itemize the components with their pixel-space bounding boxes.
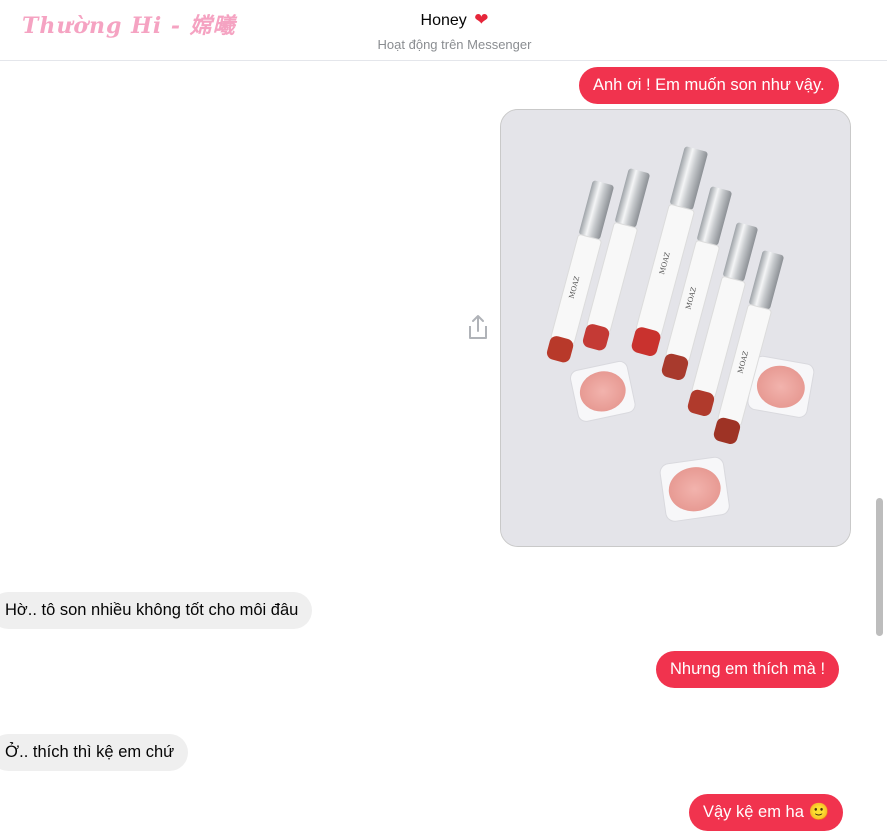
message-bubble-outgoing[interactable]: Anh ơi ! Em muốn son như vậy. <box>579 67 839 104</box>
share-icon[interactable] <box>465 313 491 341</box>
message-bubble-incoming[interactable]: Hờ.. tô son nhiều không tốt cho môi đâu <box>0 592 313 629</box>
contact-name[interactable]: Honey <box>421 12 467 29</box>
scrollbar[interactable] <box>876 498 883 636</box>
heart-icon: ❤ <box>474 10 489 29</box>
watermark: Thường Hi - 嫦曦 <box>22 13 236 39</box>
message-bubble-outgoing[interactable]: Vậy kệ em ha 🙂 <box>689 794 844 831</box>
lipstick-photo-illustration: MOAZ MOAZ MOAZ MOAZ <box>501 110 850 546</box>
message-bubble-incoming[interactable]: Ở.. thích thì kệ em chứ <box>0 734 189 771</box>
message-bubble-outgoing[interactable]: Nhưng em thích mà ! <box>656 651 840 688</box>
message-text: Vậy kệ em ha <box>703 803 804 821</box>
lipstick-photo[interactable]: MOAZ MOAZ MOAZ MOAZ <box>500 109 851 547</box>
smile-emoji-icon: 🙂 <box>808 803 830 821</box>
